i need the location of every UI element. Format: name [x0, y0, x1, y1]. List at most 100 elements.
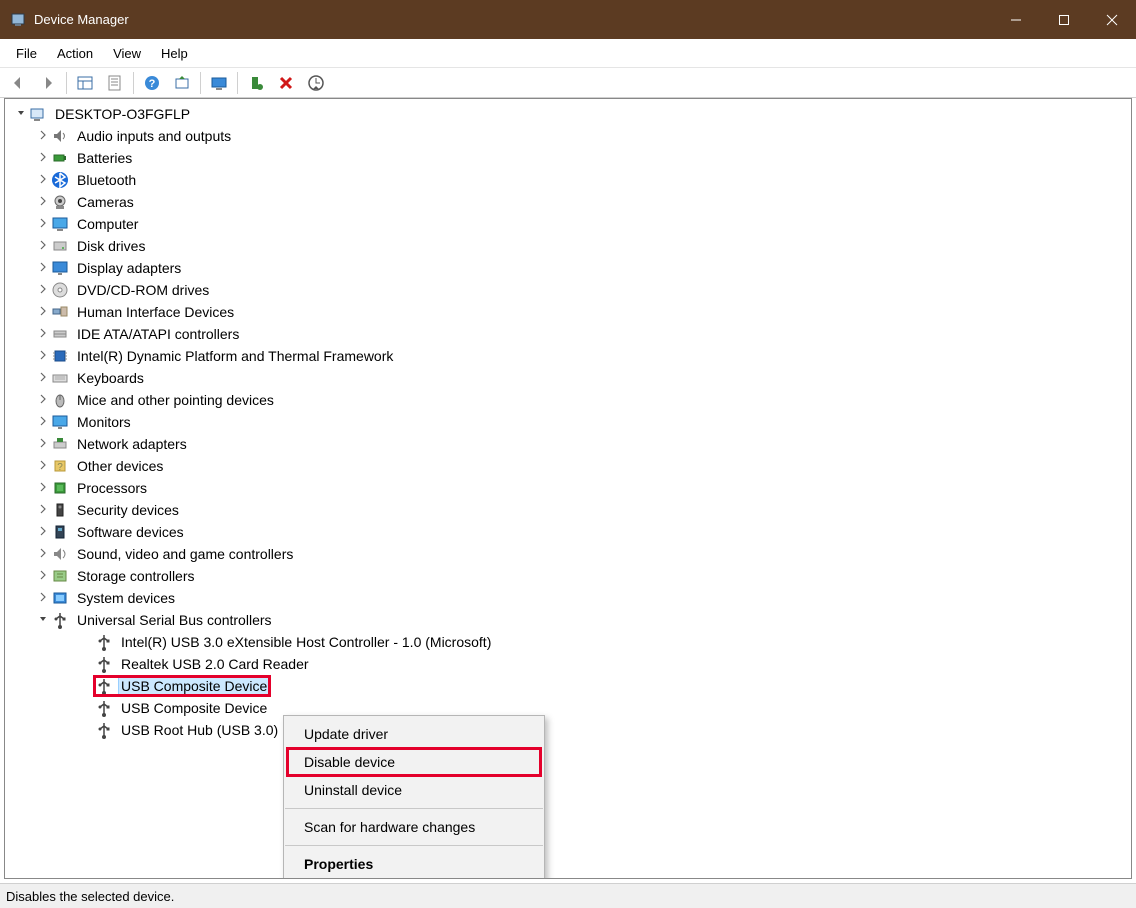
- chevron-right-icon[interactable]: [35, 460, 51, 473]
- chevron-right-icon[interactable]: [35, 372, 51, 385]
- mouse-icon: [51, 391, 69, 409]
- app-icon: [10, 12, 26, 28]
- toolbar-forward-button[interactable]: [36, 71, 60, 95]
- device-tree[interactable]: DESKTOP-O3FGFLPAudio inputs and outputs B…: [4, 98, 1132, 879]
- tree-node-label: Other devices: [75, 458, 165, 474]
- tree-node[interactable]: Realtek USB 2.0 Card Reader: [5, 653, 1131, 675]
- tree-node[interactable]: Network adapters: [5, 433, 1131, 455]
- svg-text:?: ?: [149, 78, 156, 90]
- chevron-right-icon[interactable]: [35, 240, 51, 253]
- tree-node[interactable]: Security devices: [5, 499, 1131, 521]
- menubar-item-action[interactable]: Action: [47, 39, 103, 67]
- chevron-right-icon[interactable]: [35, 592, 51, 605]
- system-icon: [51, 589, 69, 607]
- tree-node[interactable]: USB Composite Device: [5, 697, 1131, 719]
- chevron-right-icon[interactable]: [35, 284, 51, 297]
- chip-icon: [51, 347, 69, 365]
- chevron-right-icon[interactable]: [35, 548, 51, 561]
- tree-node[interactable]: Mice and other pointing devices: [5, 389, 1131, 411]
- menubar-item-help[interactable]: Help: [151, 39, 198, 67]
- toolbar-back-button[interactable]: [6, 71, 30, 95]
- sound-icon: [51, 545, 69, 563]
- menubar-item-file[interactable]: File: [6, 39, 47, 67]
- tree-node[interactable]: USB Composite Device: [5, 675, 1131, 697]
- chevron-right-icon[interactable]: [35, 416, 51, 429]
- tree-node-label: Batteries: [75, 150, 134, 166]
- tree-node-label: USB Root Hub (USB 3.0): [119, 722, 280, 738]
- tree-node[interactable]: Intel(R) Dynamic Platform and Thermal Fr…: [5, 345, 1131, 367]
- chevron-right-icon[interactable]: [35, 438, 51, 451]
- chevron-right-icon[interactable]: [35, 526, 51, 539]
- statusbar: Disables the selected device.: [0, 883, 1136, 908]
- tree-node-label: Processors: [75, 480, 149, 496]
- tree-node[interactable]: Storage controllers: [5, 565, 1131, 587]
- storage-icon: [51, 567, 69, 585]
- tree-node[interactable]: Computer: [5, 213, 1131, 235]
- usb-dev-icon: [95, 721, 113, 739]
- chevron-right-icon[interactable]: [35, 328, 51, 341]
- minimize-button[interactable]: [992, 0, 1040, 39]
- tree-node[interactable]: Audio inputs and outputs: [5, 125, 1131, 147]
- toolbar-remote-button[interactable]: [207, 71, 231, 95]
- monitor-icon: [51, 413, 69, 431]
- context-menu-item[interactable]: Scan for hardware changes: [284, 813, 544, 841]
- hid-icon: [51, 303, 69, 321]
- tree-node-label: USB Composite Device: [119, 678, 269, 694]
- tree-node[interactable]: Processors: [5, 477, 1131, 499]
- chevron-right-icon[interactable]: [35, 570, 51, 583]
- toolbar-uninstall-button[interactable]: [274, 71, 298, 95]
- tree-node[interactable]: USB Root Hub (USB 3.0): [5, 719, 1131, 741]
- tree-node-label: Universal Serial Bus controllers: [75, 612, 274, 628]
- tree-node[interactable]: Cameras: [5, 191, 1131, 213]
- tree-node[interactable]: Human Interface Devices: [5, 301, 1131, 323]
- chevron-right-icon[interactable]: [35, 196, 51, 209]
- chevron-right-icon[interactable]: [35, 482, 51, 495]
- context-menu-item[interactable]: Update driver: [284, 720, 544, 748]
- other-icon: ?: [51, 457, 69, 475]
- chevron-right-icon[interactable]: [35, 152, 51, 165]
- chevron-right-icon[interactable]: [35, 262, 51, 275]
- context-menu-separator: [285, 845, 543, 846]
- toolbar-help-button[interactable]: ?: [140, 71, 164, 95]
- chevron-right-icon[interactable]: [35, 350, 51, 363]
- tree-node[interactable]: Monitors: [5, 411, 1131, 433]
- toolbar-properties-button[interactable]: [103, 71, 127, 95]
- context-menu-item[interactable]: Disable device: [284, 748, 544, 776]
- toolbar-enable-button[interactable]: [244, 71, 268, 95]
- tree-node[interactable]: DESKTOP-O3FGFLP: [5, 103, 1131, 125]
- tree-node-label: DVD/CD-ROM drives: [75, 282, 211, 298]
- tree-node[interactable]: Sound, video and game controllers: [5, 543, 1131, 565]
- toolbar-update-driver-button[interactable]: [170, 71, 194, 95]
- chevron-down-icon[interactable]: [13, 108, 29, 121]
- chevron-right-icon[interactable]: [35, 130, 51, 143]
- chevron-right-icon[interactable]: [35, 504, 51, 517]
- tree-node[interactable]: Display adapters: [5, 257, 1131, 279]
- tree-node[interactable]: IDE ATA/ATAPI controllers: [5, 323, 1131, 345]
- ide-icon: [51, 325, 69, 343]
- toolbar-show-hide-button[interactable]: [73, 71, 97, 95]
- display-icon: [51, 259, 69, 277]
- toolbar-scan-button[interactable]: [304, 71, 328, 95]
- usb-dev-icon: [95, 633, 113, 651]
- chevron-right-icon[interactable]: [35, 218, 51, 231]
- chevron-right-icon[interactable]: [35, 394, 51, 407]
- tree-node[interactable]: ? Other devices: [5, 455, 1131, 477]
- tree-node[interactable]: Batteries: [5, 147, 1131, 169]
- tree-node[interactable]: Keyboards: [5, 367, 1131, 389]
- tree-node[interactable]: Intel(R) USB 3.0 eXtensible Host Control…: [5, 631, 1131, 653]
- disk-icon: [51, 237, 69, 255]
- chevron-right-icon[interactable]: [35, 306, 51, 319]
- tree-node[interactable]: DVD/CD-ROM drives: [5, 279, 1131, 301]
- chevron-down-icon[interactable]: [35, 614, 51, 627]
- menubar-item-view[interactable]: View: [103, 39, 151, 67]
- close-button[interactable]: [1088, 0, 1136, 39]
- tree-node[interactable]: Software devices: [5, 521, 1131, 543]
- context-menu-item[interactable]: Properties: [284, 850, 544, 878]
- chevron-right-icon[interactable]: [35, 174, 51, 187]
- maximize-button[interactable]: [1040, 0, 1088, 39]
- tree-node[interactable]: Universal Serial Bus controllers: [5, 609, 1131, 631]
- tree-node[interactable]: Disk drives: [5, 235, 1131, 257]
- tree-node[interactable]: System devices: [5, 587, 1131, 609]
- context-menu-item[interactable]: Uninstall device: [284, 776, 544, 804]
- tree-node[interactable]: Bluetooth: [5, 169, 1131, 191]
